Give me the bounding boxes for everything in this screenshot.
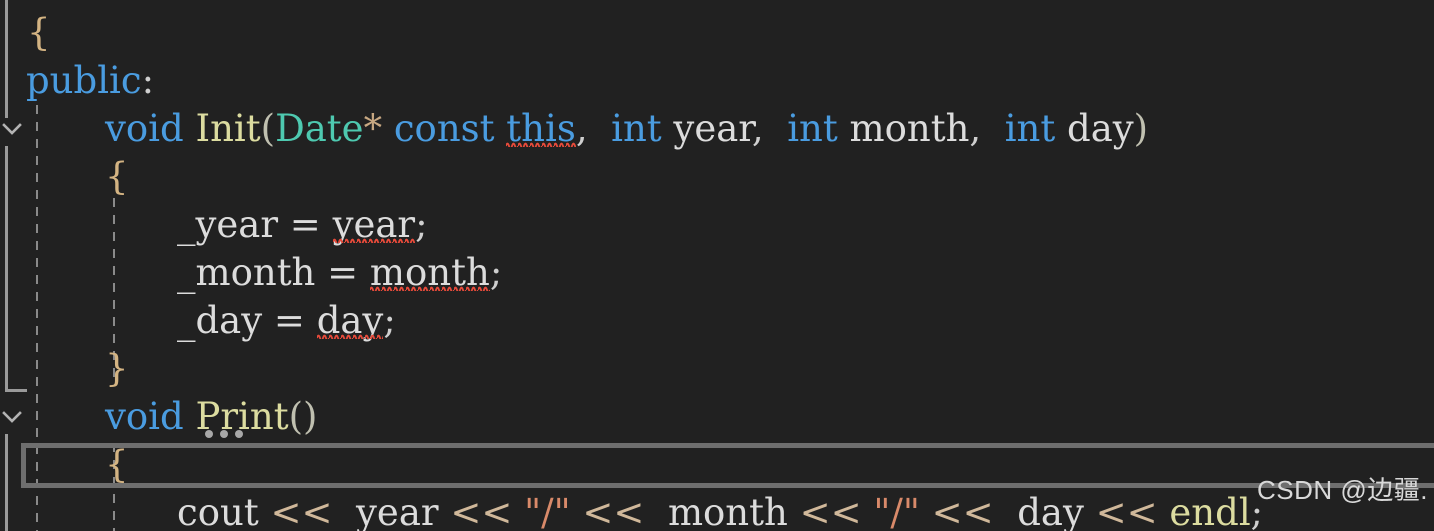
- code-token: month: [849, 107, 970, 150]
- code-line[interactable]: void Print(): [0, 393, 317, 441]
- code-content[interactable]: {public: void Init(Date* const this, int …: [0, 0, 1434, 531]
- code-token: :: [141, 59, 155, 102]
- code-token: *: [363, 107, 383, 150]
- code-token: cout: [177, 491, 259, 531]
- code-token: ): [1133, 107, 1149, 150]
- code-line[interactable]: {: [0, 441, 129, 489]
- code-token: _month: [177, 251, 316, 294]
- code-token: ;: [489, 251, 503, 294]
- code-line[interactable]: _day = day;: [0, 297, 396, 345]
- code-token: =: [315, 251, 370, 294]
- code-line[interactable]: public:: [0, 57, 154, 105]
- code-token: {: [27, 11, 51, 54]
- code-line[interactable]: cout << year << "/" << month << "/" << d…: [0, 489, 1263, 531]
- code-token-error: month: [369, 249, 490, 297]
- code-line[interactable]: {: [0, 153, 129, 201]
- code-token: day: [1067, 107, 1134, 150]
- code-token: (: [260, 107, 276, 150]
- code-token: {: [105, 443, 129, 486]
- code-token: int: [611, 107, 662, 150]
- code-token: Date: [275, 107, 364, 150]
- code-token: void: [105, 395, 184, 438]
- code-token-error: day: [316, 297, 383, 345]
- code-token: <<: [582, 491, 645, 531]
- code-token: "/": [524, 491, 571, 531]
- code-editor-screenshot: {public: void Init(Date* const this, int …: [0, 0, 1434, 531]
- code-token-error: this: [506, 105, 576, 153]
- code-token: int: [787, 107, 838, 150]
- code-token: ): [303, 395, 318, 438]
- code-token: ;: [383, 299, 396, 342]
- code-token: const: [393, 107, 495, 150]
- code-token: ,: [751, 107, 764, 150]
- code-token: public: [26, 59, 142, 102]
- code-token: }: [105, 347, 129, 390]
- code-token: <<: [931, 491, 994, 531]
- code-line[interactable]: void Init(Date* const this, int year, in…: [0, 105, 1148, 153]
- code-token: endl: [1169, 491, 1251, 531]
- code-token: ,: [969, 107, 982, 150]
- code-line[interactable]: {: [0, 9, 51, 57]
- code-token: year: [673, 107, 752, 150]
- code-token: =: [262, 299, 317, 342]
- code-token: <<: [270, 491, 333, 531]
- code-token: ;: [415, 203, 428, 246]
- code-token: <<: [1095, 491, 1158, 531]
- code-token: =: [278, 203, 333, 246]
- code-line[interactable]: }: [0, 345, 129, 393]
- code-token: _year: [177, 203, 279, 246]
- code-token: month: [667, 491, 788, 531]
- code-token: {: [105, 155, 129, 198]
- code-token: _day: [177, 299, 263, 342]
- code-token: int: [1004, 107, 1056, 150]
- quick-actions-dots-icon[interactable]: [205, 430, 243, 438]
- code-token: "/": [873, 491, 920, 531]
- code-token: <<: [450, 491, 513, 531]
- code-line[interactable]: _month = month;: [0, 249, 502, 297]
- csdn-watermark: CSDN @边疆.: [1256, 475, 1428, 505]
- code-token: <<: [799, 491, 862, 531]
- code-token: year: [356, 491, 439, 531]
- code-token: void: [105, 107, 184, 150]
- code-token: Init: [195, 107, 261, 150]
- code-token: day: [1017, 491, 1084, 531]
- code-token: (: [288, 395, 304, 438]
- code-token: ,: [575, 107, 588, 150]
- code-line[interactable]: _year = year;: [0, 201, 428, 249]
- code-token-error: year: [332, 201, 415, 249]
